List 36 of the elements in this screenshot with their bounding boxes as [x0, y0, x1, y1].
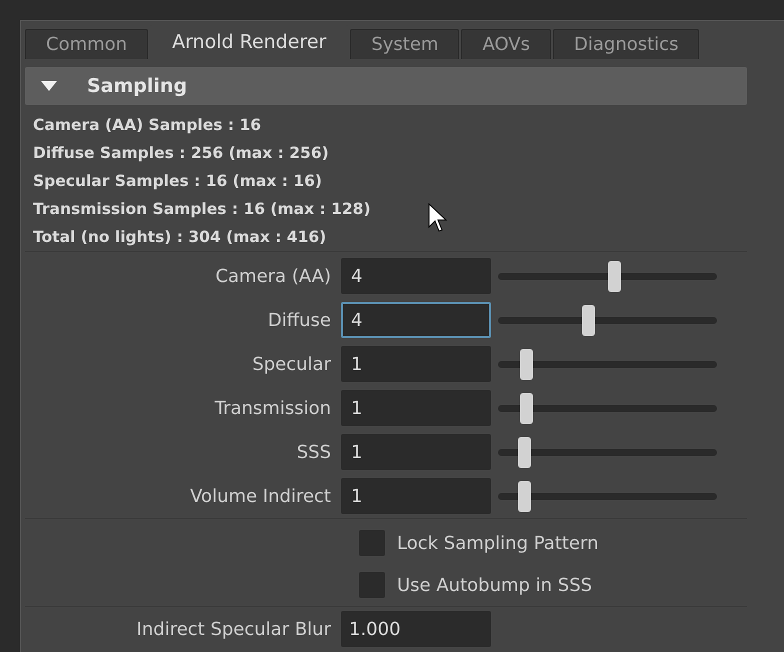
- number-field[interactable]: 1: [341, 434, 491, 470]
- slider-thumb[interactable]: [518, 480, 532, 512]
- field-label: Transmission: [214, 396, 332, 420]
- sample-summary-line: Specular Samples : 16 (max : 16): [33, 171, 322, 192]
- checkbox-label: Use Autobump in SSS: [397, 574, 592, 598]
- number-field[interactable]: 4: [341, 302, 491, 338]
- field-label: SSS: [296, 440, 332, 464]
- tab[interactable]: System: [350, 29, 460, 59]
- sample-summary-line: Transmission Samples : 16 (max : 128): [33, 199, 371, 220]
- number-field[interactable]: 1: [341, 346, 491, 382]
- slider-thumb[interactable]: [520, 392, 534, 424]
- number-field[interactable]: 1.000: [341, 611, 491, 647]
- tab[interactable]: Common: [25, 29, 148, 59]
- collapse-triangle-icon: [41, 80, 57, 92]
- number-field[interactable]: 1: [341, 478, 491, 514]
- slider-thumb[interactable]: [518, 436, 532, 468]
- checkbox[interactable]: [359, 530, 385, 556]
- number-field[interactable]: 4: [341, 258, 491, 294]
- field-label: Indirect Specular Blur: [136, 618, 332, 642]
- sample-summary-line: Total (no lights) : 304 (max : 416): [33, 227, 326, 248]
- slider-thumb[interactable]: [520, 348, 534, 380]
- slider-thumb[interactable]: [608, 260, 622, 292]
- slider-thumb[interactable]: [582, 304, 595, 336]
- tab[interactable]: Diagnostics: [553, 29, 700, 59]
- tab[interactable]: AOVs: [461, 29, 551, 59]
- section-header[interactable]: Sampling: [25, 67, 747, 105]
- number-field[interactable]: 1: [341, 390, 491, 426]
- sample-summary-line: Camera (AA) Samples : 16: [33, 115, 262, 136]
- field-label: Volume Indirect: [189, 484, 332, 508]
- field-label: Camera (AA): [214, 264, 332, 288]
- field-label: Diffuse: [266, 308, 332, 332]
- checkbox-label: Lock Sampling Pattern: [397, 532, 598, 556]
- section-title: Sampling: [87, 74, 188, 99]
- checkbox[interactable]: [359, 572, 385, 598]
- sample-summary-line: Diffuse Samples : 256 (max : 256): [33, 143, 329, 164]
- field-label: Specular: [251, 352, 332, 376]
